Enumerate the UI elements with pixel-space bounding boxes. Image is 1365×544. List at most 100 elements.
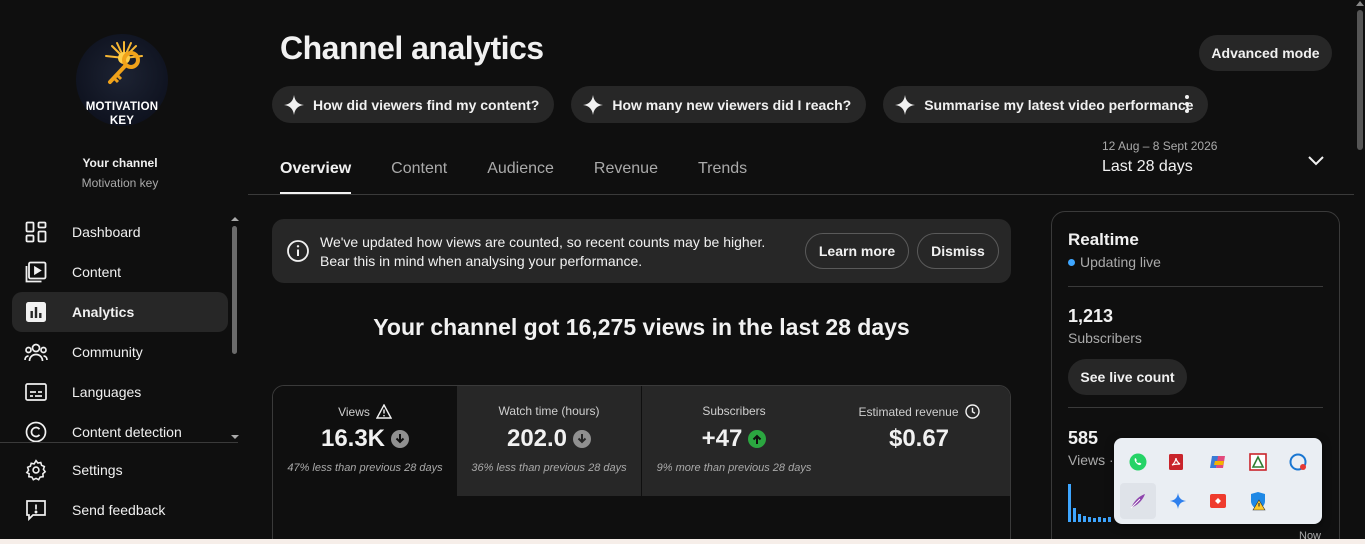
scroll-up-icon[interactable] — [1356, 1, 1364, 6]
channel-logo[interactable]: MOTIVATION KEY — [76, 34, 168, 126]
sidebar-divider — [0, 442, 238, 443]
metric-label: Subscribers — [642, 404, 826, 418]
sidebar-item-send-feedback[interactable]: Send feedback — [12, 490, 228, 530]
sidebar-scrollbar[interactable] — [231, 216, 239, 442]
taskbar-edge — [0, 539, 1365, 544]
analytics-icon — [24, 300, 48, 324]
logo-text: MOTIVATION KEY — [76, 100, 168, 126]
metric-value: 202.0 — [457, 425, 641, 453]
suggestion-chip-new-viewers[interactable]: How many new viewers did I reach? — [571, 86, 867, 123]
realtime-views-value: 585 — [1068, 428, 1099, 448]
metric-value: +47 — [642, 425, 826, 453]
metric-value-text: 16.3K — [320, 425, 386, 452]
realtime-subscribers-label: Subscribers — [1068, 330, 1142, 346]
suggestion-chips: How did viewers find my content? How man… — [272, 86, 1209, 123]
metrics-card: Views 16.3K 47% less than previous 28 da… — [272, 385, 1011, 544]
warning-icon — [375, 404, 392, 419]
meet-icon[interactable] — [1280, 444, 1316, 480]
metric-value-text: +47 — [701, 425, 743, 452]
languages-icon — [24, 380, 48, 404]
metric-watch-time[interactable]: Watch time (hours) 202.0 36% less than p… — [457, 386, 641, 496]
clock-icon — [964, 404, 980, 419]
sidebar-item-content[interactable]: Content — [12, 252, 228, 292]
metric-views[interactable]: Views 16.3K 47% less than previous 28 da… — [273, 386, 457, 496]
logo-text-line1: MOTIVATION — [85, 101, 159, 113]
page-scrollbar[interactable] — [1354, 0, 1365, 544]
chevron-down-icon[interactable] — [1306, 150, 1326, 170]
sidebar-nav: Dashboard Content Analytics Community La… — [12, 212, 228, 452]
channel-title: Your channel — [82, 156, 158, 170]
pdf-reader-icon[interactable] — [1158, 444, 1194, 480]
sidebar-item-analytics[interactable]: Analytics — [12, 292, 228, 332]
sidebar-item-label: Dashboard — [72, 224, 141, 240]
trend-down-icon — [573, 430, 592, 448]
sidebar-item-content-detection[interactable]: Content detection — [12, 412, 228, 452]
realtime-divider — [1068, 407, 1323, 408]
scroll-up-icon[interactable] — [231, 216, 239, 222]
realtime-status-text: Updating live — [1080, 254, 1161, 270]
whatsapp-icon[interactable] — [1120, 444, 1156, 480]
see-live-count-button[interactable]: See live count — [1068, 359, 1187, 395]
anydesk-icon[interactable] — [1200, 483, 1236, 519]
suggestion-chip-find-content[interactable]: How did viewers find my content? — [272, 86, 555, 123]
analytics-tabs: Overview Content Audience Revenue Trends — [280, 160, 787, 194]
date-range-dates: 12 Aug – 8 Sept 2026 — [1102, 139, 1218, 153]
sidebar-item-label: Content detection — [72, 424, 182, 440]
sidebar-item-languages[interactable]: Languages — [12, 372, 228, 412]
tab-overview[interactable]: Overview — [280, 160, 352, 194]
chip-label: How did viewers find my content? — [313, 96, 540, 113]
sidebar-item-settings[interactable]: Settings — [12, 450, 228, 490]
sidebar-item-label: Languages — [72, 384, 142, 400]
info-icon — [287, 240, 309, 262]
content-icon — [24, 260, 48, 284]
notice-text: We've updated how views are counted, so … — [320, 233, 765, 271]
sidebar-item-community[interactable]: Community — [12, 332, 228, 372]
live-dot-icon — [1068, 258, 1075, 266]
sparkle-icon — [284, 94, 304, 115]
sidebar-item-label: Content — [72, 264, 122, 280]
copilot-icon[interactable] — [1200, 444, 1236, 480]
metric-label-text: Subscribers — [702, 404, 766, 418]
suggestion-chip-summarise[interactable]: Summarise my latest video performance — [883, 86, 1209, 123]
metric-label: Watch time (hours) — [457, 404, 641, 418]
tab-trends[interactable]: Trends — [698, 160, 747, 194]
scroll-down-icon[interactable] — [231, 434, 239, 440]
sidebar-item-label: Community — [72, 344, 143, 360]
date-range-selector[interactable]: 12 Aug – 8 Sept 2026 Last 28 days — [1102, 139, 1217, 176]
sparkle-icon — [583, 94, 604, 115]
metric-value: $0.67 — [826, 425, 1010, 453]
sidebar-item-label: Analytics — [72, 304, 135, 320]
realtime-subscribers-value: 1,213 — [1068, 306, 1114, 326]
realtime-title: Realtime — [1068, 230, 1139, 249]
learn-more-button[interactable]: Learn more — [805, 233, 909, 269]
tab-revenue[interactable]: Revenue — [594, 160, 658, 194]
dismiss-button[interactable]: Dismiss — [917, 233, 999, 269]
sparkle-icon[interactable] — [1160, 483, 1196, 519]
feather-icon[interactable] — [1120, 483, 1156, 519]
defender-warning-icon[interactable] — [1240, 483, 1276, 519]
more-options-icon[interactable] — [1175, 92, 1199, 116]
scrollbar-thumb[interactable] — [232, 226, 237, 354]
realtime-divider — [1068, 286, 1323, 287]
sidebar-item-dashboard[interactable]: Dashboard — [12, 212, 228, 252]
views-headline: Your channel got 16,275 views in the las… — [373, 314, 910, 340]
sidebar-item-label: Send feedback — [72, 502, 166, 518]
metric-label: Estimated revenue — [826, 404, 1010, 419]
dashboard-icon — [24, 220, 48, 244]
copyright-icon — [24, 420, 48, 444]
advanced-mode-button[interactable]: Advanced mode — [1199, 35, 1332, 71]
trend-up-icon — [748, 430, 767, 448]
metric-value-text: 202.0 — [506, 425, 568, 452]
metric-estimated-revenue[interactable]: Estimated revenue $0.67 — [826, 386, 1010, 496]
notice-line2: Bear this in mind when analysing your pe… — [320, 253, 643, 269]
sparkle-icon — [895, 94, 916, 115]
metric-subscribers[interactable]: Subscribers +47 9% more than previous 28… — [642, 386, 826, 496]
page-scrollbar-thumb[interactable] — [1357, 10, 1363, 150]
tab-content[interactable]: Content — [391, 160, 447, 194]
realtime-views-label: Views · — [1068, 452, 1114, 468]
pdf-tool-icon[interactable] — [1240, 444, 1276, 480]
key-icon — [108, 51, 140, 84]
chip-label: How many new viewers did I reach? — [612, 96, 852, 113]
tab-audience[interactable]: Audience — [487, 160, 554, 194]
metric-note: 36% less than previous 28 days — [471, 462, 627, 474]
